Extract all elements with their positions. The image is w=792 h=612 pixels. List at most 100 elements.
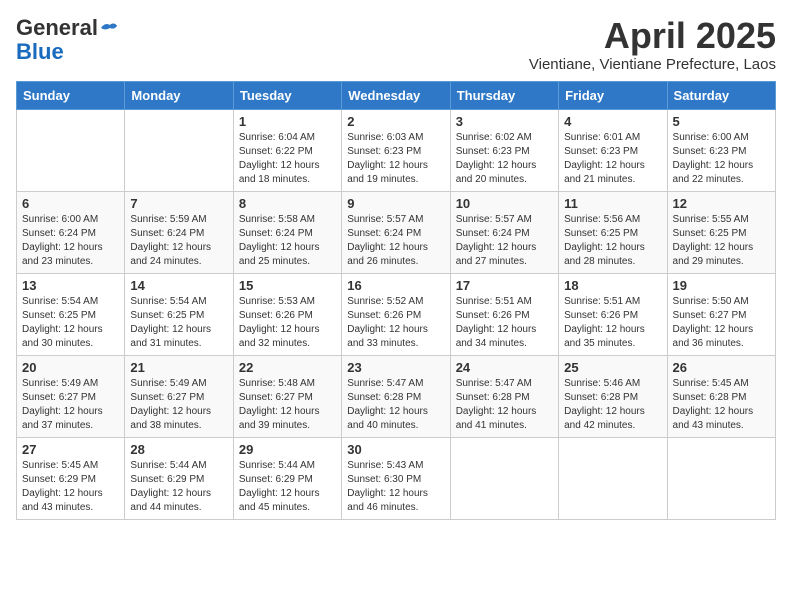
day-number: 27 [22, 442, 119, 457]
calendar-cell: 27 Sunrise: 5:45 AM Sunset: 6:29 PM Dayli… [17, 437, 125, 519]
day-number: 28 [130, 442, 227, 457]
day-number: 12 [673, 196, 770, 211]
logo-blue-text: Blue [16, 40, 118, 64]
calendar-cell [125, 109, 233, 191]
day-number: 13 [22, 278, 119, 293]
day-number: 11 [564, 196, 661, 211]
day-number: 4 [564, 114, 661, 129]
day-info: Sunrise: 6:03 AM Sunset: 6:23 PM Dayligh… [347, 131, 444, 187]
day-info: Sunrise: 5:48 AM Sunset: 6:27 PM Dayligh… [239, 377, 336, 433]
calendar-cell: 12 Sunrise: 5:55 AM Sunset: 6:25 PM Dayli… [667, 191, 775, 273]
week-row-1: 1 Sunrise: 6:04 AM Sunset: 6:22 PM Daylig… [17, 109, 776, 191]
day-number: 8 [239, 196, 336, 211]
calendar-cell: 29 Sunrise: 5:44 AM Sunset: 6:29 PM Dayli… [233, 437, 341, 519]
day-number: 20 [22, 360, 119, 375]
location-text: Vientiane, Vientiane Prefecture, Laos [529, 56, 776, 73]
day-info: Sunrise: 5:43 AM Sunset: 6:30 PM Dayligh… [347, 459, 444, 515]
day-number: 18 [564, 278, 661, 293]
day-number: 5 [673, 114, 770, 129]
day-info: Sunrise: 5:51 AM Sunset: 6:26 PM Dayligh… [564, 295, 661, 351]
calendar-cell [450, 437, 558, 519]
logo-general-text: General [16, 16, 98, 40]
day-info: Sunrise: 5:49 AM Sunset: 6:27 PM Dayligh… [130, 377, 227, 433]
weekday-header-row: SundayMondayTuesdayWednesdayThursdayFrid… [17, 81, 776, 109]
day-number: 15 [239, 278, 336, 293]
day-info: Sunrise: 5:55 AM Sunset: 6:25 PM Dayligh… [673, 213, 770, 269]
day-info: Sunrise: 5:44 AM Sunset: 6:29 PM Dayligh… [239, 459, 336, 515]
calendar-cell: 14 Sunrise: 5:54 AM Sunset: 6:25 PM Dayli… [125, 273, 233, 355]
day-number: 29 [239, 442, 336, 457]
week-row-4: 20 Sunrise: 5:49 AM Sunset: 6:27 PM Dayli… [17, 355, 776, 437]
day-info: Sunrise: 5:53 AM Sunset: 6:26 PM Dayligh… [239, 295, 336, 351]
calendar-cell: 7Sunrise: 5:59 AM Sunset: 6:24 PM Daylig… [125, 191, 233, 273]
day-number: 21 [130, 360, 227, 375]
day-number: 17 [456, 278, 553, 293]
day-info: Sunrise: 5:49 AM Sunset: 6:27 PM Dayligh… [22, 377, 119, 433]
day-info: Sunrise: 5:54 AM Sunset: 6:25 PM Dayligh… [22, 295, 119, 351]
calendar-cell: 9 Sunrise: 5:57 AM Sunset: 6:24 PM Daylig… [342, 191, 450, 273]
day-number: 22 [239, 360, 336, 375]
calendar-cell: 24Sunrise: 5:47 AM Sunset: 6:28 PM Dayli… [450, 355, 558, 437]
day-number: 9 [347, 196, 444, 211]
calendar-cell: 20 Sunrise: 5:49 AM Sunset: 6:27 PM Dayli… [17, 355, 125, 437]
day-number: 6 [22, 196, 119, 211]
day-info: Sunrise: 5:54 AM Sunset: 6:25 PM Dayligh… [130, 295, 227, 351]
calendar-cell: 10Sunrise: 5:57 AM Sunset: 6:24 PM Dayli… [450, 191, 558, 273]
day-info: Sunrise: 5:51 AM Sunset: 6:26 PM Dayligh… [456, 295, 553, 351]
week-row-5: 27 Sunrise: 5:45 AM Sunset: 6:29 PM Dayli… [17, 437, 776, 519]
day-info: Sunrise: 5:59 AM Sunset: 6:24 PM Dayligh… [130, 213, 227, 269]
calendar-cell: 18 Sunrise: 5:51 AM Sunset: 6:26 PM Dayli… [559, 273, 667, 355]
weekday-header-sunday: Sunday [17, 81, 125, 109]
day-info: Sunrise: 6:00 AM Sunset: 6:24 PM Dayligh… [22, 213, 119, 269]
page-header: General Blue April 2025 Vientiane, Vient… [16, 16, 776, 73]
logo: General Blue [16, 16, 118, 64]
month-year-title: April 2025 [529, 16, 776, 56]
calendar-cell: 3 Sunrise: 6:02 AM Sunset: 6:23 PM Daylig… [450, 109, 558, 191]
weekday-header-thursday: Thursday [450, 81, 558, 109]
day-info: Sunrise: 5:45 AM Sunset: 6:28 PM Dayligh… [673, 377, 770, 433]
day-info: Sunrise: 5:57 AM Sunset: 6:24 PM Dayligh… [347, 213, 444, 269]
day-number: 25 [564, 360, 661, 375]
calendar-cell: 8Sunrise: 5:58 AM Sunset: 6:24 PM Daylig… [233, 191, 341, 273]
calendar-cell: 11Sunrise: 5:56 AM Sunset: 6:25 PM Dayli… [559, 191, 667, 273]
calendar-cell: 4 Sunrise: 6:01 AM Sunset: 6:23 PM Daylig… [559, 109, 667, 191]
day-info: Sunrise: 6:02 AM Sunset: 6:23 PM Dayligh… [456, 131, 553, 187]
calendar-cell: 23Sunrise: 5:47 AM Sunset: 6:28 PM Dayli… [342, 355, 450, 437]
day-info: Sunrise: 5:47 AM Sunset: 6:28 PM Dayligh… [456, 377, 553, 433]
calendar-cell: 15 Sunrise: 5:53 AM Sunset: 6:26 PM Dayli… [233, 273, 341, 355]
calendar-cell: 28Sunrise: 5:44 AM Sunset: 6:29 PM Dayli… [125, 437, 233, 519]
day-number: 30 [347, 442, 444, 457]
day-number: 19 [673, 278, 770, 293]
calendar-cell: 25 Sunrise: 5:46 AM Sunset: 6:28 PM Dayli… [559, 355, 667, 437]
day-info: Sunrise: 5:57 AM Sunset: 6:24 PM Dayligh… [456, 213, 553, 269]
week-row-2: 6 Sunrise: 6:00 AM Sunset: 6:24 PM Daylig… [17, 191, 776, 273]
weekday-header-wednesday: Wednesday [342, 81, 450, 109]
calendar-cell: 6 Sunrise: 6:00 AM Sunset: 6:24 PM Daylig… [17, 191, 125, 273]
day-number: 3 [456, 114, 553, 129]
calendar-cell: 30 Sunrise: 5:43 AM Sunset: 6:30 PM Dayli… [342, 437, 450, 519]
title-block: April 2025 Vientiane, Vientiane Prefectu… [529, 16, 776, 73]
day-info: Sunrise: 6:04 AM Sunset: 6:22 PM Dayligh… [239, 131, 336, 187]
calendar-cell: 17 Sunrise: 5:51 AM Sunset: 6:26 PM Dayli… [450, 273, 558, 355]
weekday-header-tuesday: Tuesday [233, 81, 341, 109]
day-number: 1 [239, 114, 336, 129]
calendar-cell [17, 109, 125, 191]
calendar-cell: 2 Sunrise: 6:03 AM Sunset: 6:23 PM Daylig… [342, 109, 450, 191]
day-number: 16 [347, 278, 444, 293]
calendar-table: SundayMondayTuesdayWednesdayThursdayFrid… [16, 81, 776, 520]
day-number: 2 [347, 114, 444, 129]
calendar-cell: 22 Sunrise: 5:48 AM Sunset: 6:27 PM Dayli… [233, 355, 341, 437]
calendar-cell [559, 437, 667, 519]
day-number: 14 [130, 278, 227, 293]
day-info: Sunrise: 5:52 AM Sunset: 6:26 PM Dayligh… [347, 295, 444, 351]
week-row-3: 13 Sunrise: 5:54 AM Sunset: 6:25 PM Dayli… [17, 273, 776, 355]
calendar-cell [667, 437, 775, 519]
calendar-cell: 5Sunrise: 6:00 AM Sunset: 6:23 PM Daylig… [667, 109, 775, 191]
day-info: Sunrise: 5:46 AM Sunset: 6:28 PM Dayligh… [564, 377, 661, 433]
day-info: Sunrise: 5:45 AM Sunset: 6:29 PM Dayligh… [22, 459, 119, 515]
weekday-header-friday: Friday [559, 81, 667, 109]
day-info: Sunrise: 5:47 AM Sunset: 6:28 PM Dayligh… [347, 377, 444, 433]
calendar-cell: 16 Sunrise: 5:52 AM Sunset: 6:26 PM Dayli… [342, 273, 450, 355]
day-info: Sunrise: 6:01 AM Sunset: 6:23 PM Dayligh… [564, 131, 661, 187]
calendar-cell: 1 Sunrise: 6:04 AM Sunset: 6:22 PM Daylig… [233, 109, 341, 191]
